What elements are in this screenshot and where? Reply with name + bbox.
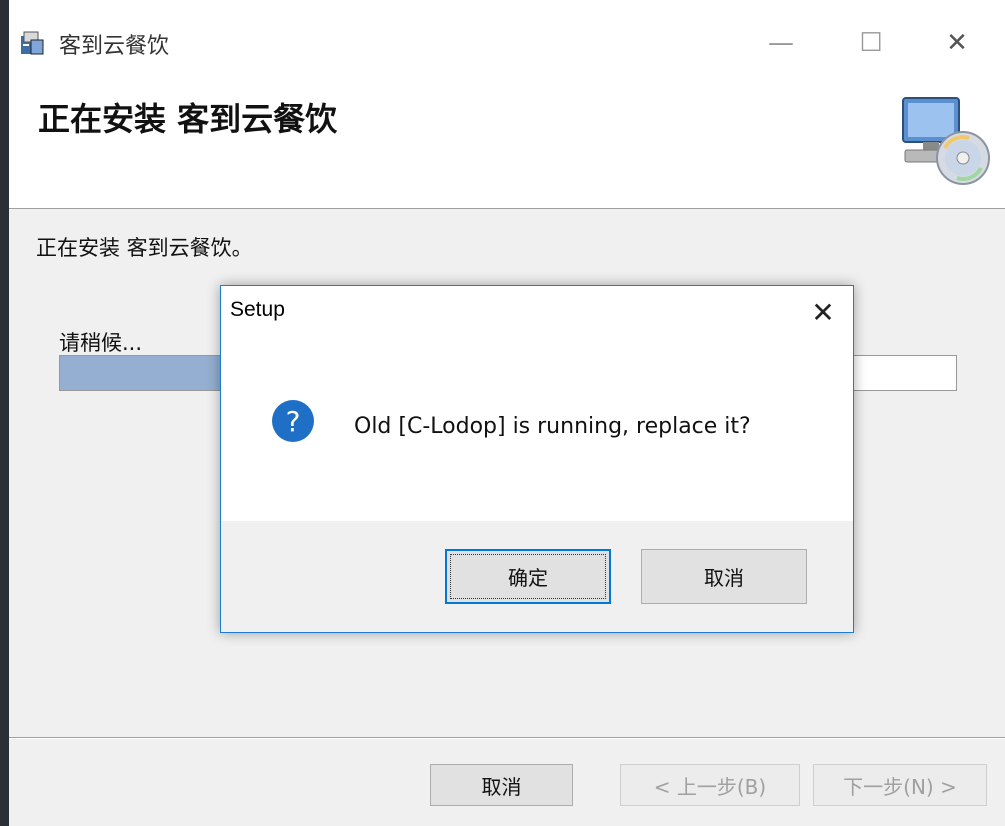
- back-button[interactable]: < 上一步(B): [620, 764, 800, 806]
- question-icon: ?: [272, 400, 314, 442]
- window-title: 客到云餐饮: [59, 34, 170, 59]
- page-title: 正在安装 客到云餐饮: [38, 100, 338, 138]
- dialog-cancel-button[interactable]: 取消: [641, 549, 807, 604]
- wait-label: 请稍候...: [59, 331, 143, 355]
- dialog-close-button[interactable]: ✕: [805, 294, 841, 330]
- setup-dialog: Setup ✕ ? Old [C-Lodop] is running, repl…: [220, 285, 854, 633]
- footer-divider-highlight: [9, 738, 1005, 739]
- focus-ring: [450, 554, 606, 599]
- installer-header: 正在安装 客到云餐饮: [9, 74, 1005, 209]
- dialog-message: Old [C-Lodop] is running, replace it?: [354, 414, 751, 439]
- ok-button[interactable]: 确定: [445, 549, 611, 604]
- minimize-button[interactable]: —: [751, 24, 811, 62]
- dialog-title: Setup: [230, 298, 285, 321]
- next-button[interactable]: 下一步(N) >: [813, 764, 987, 806]
- close-window-button[interactable]: ✕: [927, 24, 987, 62]
- maximize-button[interactable]: ☐: [841, 24, 901, 62]
- desktop-edge: [0, 0, 9, 826]
- cancel-button[interactable]: 取消: [430, 764, 573, 806]
- installer-app-icon: [21, 31, 44, 55]
- computer-disc-icon: [902, 97, 990, 185]
- desktop-top-edge: [9, 0, 1005, 12]
- install-status-text: 正在安装 客到云餐饮。: [36, 236, 253, 260]
- svg-text:?: ?: [286, 405, 301, 438]
- title-bar[interactable]: 客到云餐饮 — ☐ ✕: [9, 12, 1005, 74]
